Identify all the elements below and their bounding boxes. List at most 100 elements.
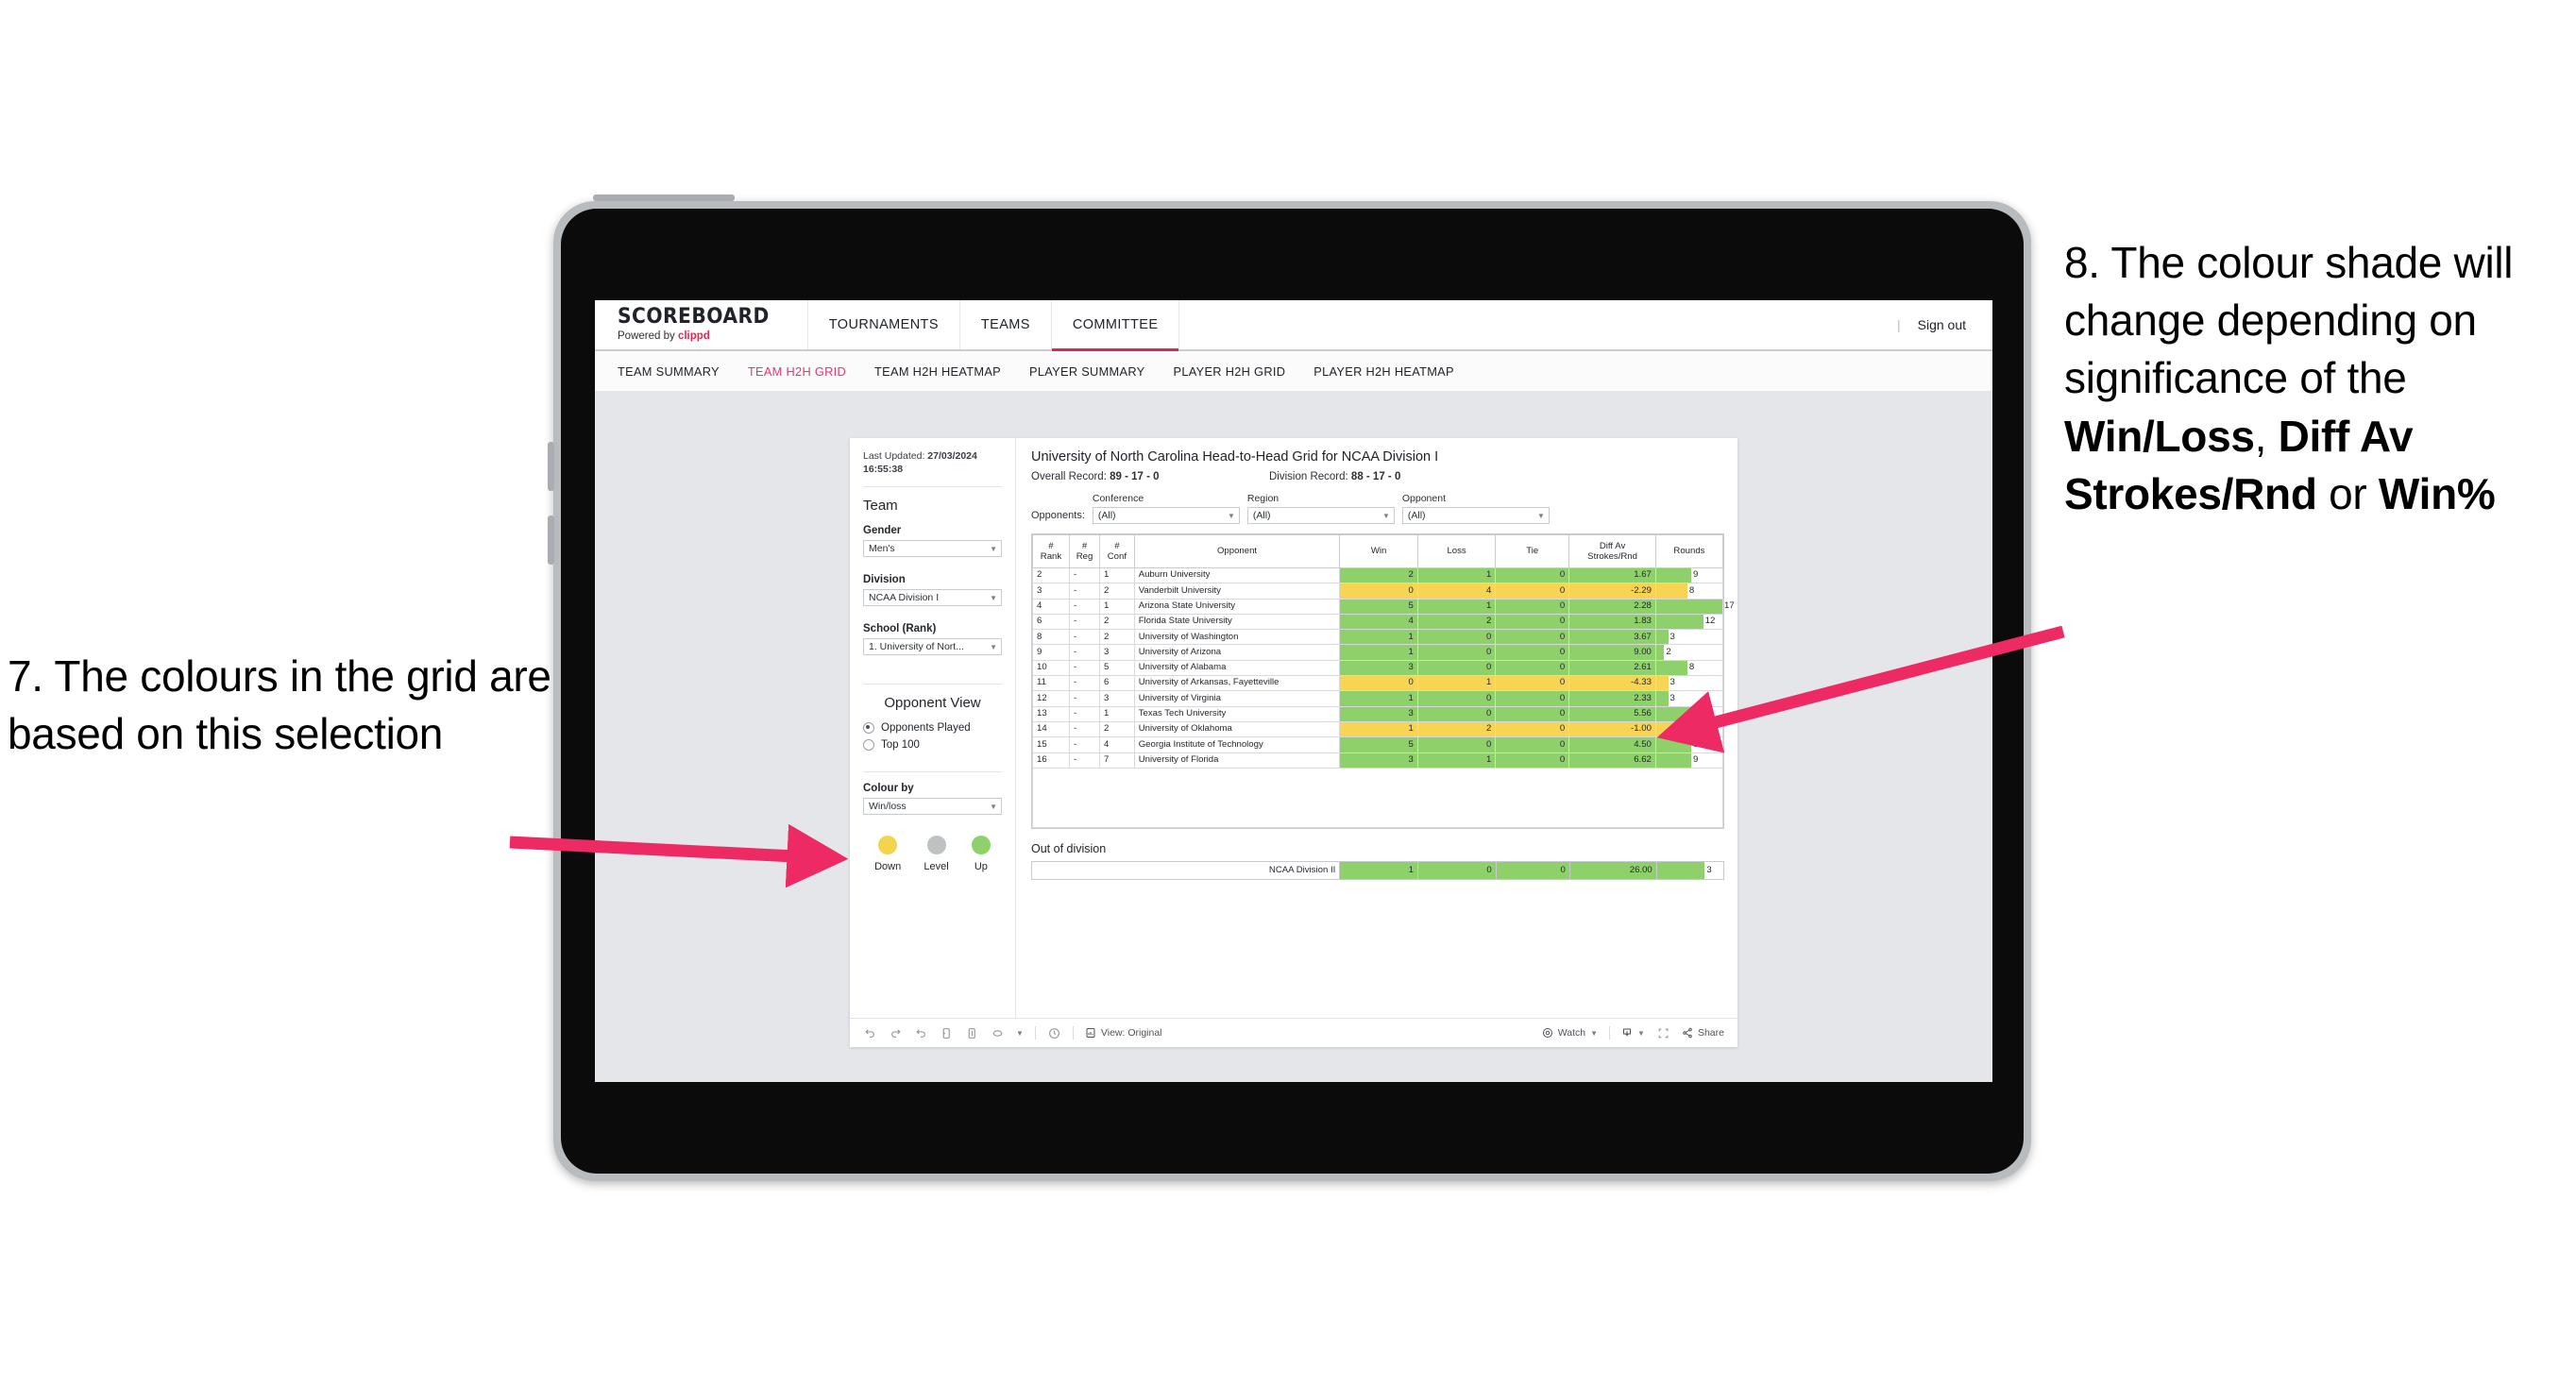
undo-icon[interactable]	[863, 1026, 877, 1040]
cell-conf: 2	[1099, 720, 1135, 738]
table-row[interactable]: 11-6 University of Arkansas, Fayetteville…	[1032, 675, 1724, 692]
cell-diff: -1.00	[1568, 720, 1656, 738]
table-row[interactable]: 8-2 University of Washington 1 0 0 3.67 3	[1032, 629, 1724, 646]
table-row[interactable]: 4-1 Arizona State University 5 1 0 2.28 17	[1032, 598, 1735, 615]
school-label: School (Rank)	[863, 623, 937, 635]
cell-opponent: University of Arkansas, Fayetteville	[1133, 675, 1341, 692]
cell-loss: 4	[1416, 583, 1497, 600]
cell-win: 0	[1339, 583, 1418, 600]
subnav-item-player-h2h-grid[interactable]: PLAYER H2H GRID	[1174, 364, 1286, 379]
cell-rounds-value: 9	[1693, 723, 1699, 735]
table-row[interactable]: 10-5 University of Alabama 3 0 0 2.61 8	[1032, 659, 1724, 677]
table-row[interactable]: 2-1 Auburn University 2 1 0 1.67 9	[1032, 566, 1724, 584]
division-select[interactable]: NCAA Division I ▼	[863, 589, 1002, 607]
brand-sub-accent: clippd	[677, 330, 710, 343]
colour-by-select[interactable]: Win/loss ▼	[863, 798, 1002, 816]
subnav-item-player-summary[interactable]: PLAYER SUMMARY	[1029, 364, 1144, 379]
ood-diff: 26.00	[1568, 860, 1657, 880]
table-row[interactable]: 13-1 Texas Tech University 3 0 0 5.56 9	[1032, 705, 1724, 722]
table-row[interactable]: 16-7 University of Florida 3 1 0 6.62 9	[1032, 752, 1724, 769]
cell-loss: 0	[1416, 705, 1497, 722]
signout-link[interactable]: Sign out	[1918, 317, 1966, 332]
table-row[interactable]: 6-2 Florida State University 4 2 0 1.83 12	[1032, 613, 1724, 631]
conference-filter: Conference (All) ▼	[1092, 493, 1240, 524]
cell-opponent: University of Arizona	[1133, 644, 1341, 661]
legend-label-up: Up	[974, 861, 988, 873]
table-row[interactable]: 15-4 Georgia Institute of Technology 5 0 0 4.…	[1032, 736, 1724, 753]
opponent-filters-row: Opponents: Conference (All) ▼ Region (Al…	[1031, 493, 1724, 524]
table-row[interactable]: 9-3 University of Arizona 1 0 0 9.00 2	[1032, 644, 1724, 661]
radio-top-100[interactable]: Top 100	[863, 739, 1002, 752]
tablet-volume-up-button	[548, 442, 554, 491]
highlight-icon[interactable]	[991, 1026, 1005, 1040]
cell-opponent: Arizona State University	[1133, 598, 1341, 615]
table-header-row: # Rank # Reg # Conf Opponent Win Loss Tie D…	[1032, 534, 1724, 568]
view-original-button[interactable]: View: Original	[1085, 1027, 1162, 1039]
cell-win: 1	[1339, 720, 1418, 738]
clock-icon[interactable]	[1047, 1026, 1061, 1040]
conference-select[interactable]: (All) ▼	[1092, 507, 1240, 524]
fullscreen-icon[interactable]	[1656, 1026, 1670, 1040]
nav-item-tournaments[interactable]: TOURNAMENTS	[806, 300, 959, 349]
brand-logo[interactable]: SCOREBOARD Powered by clippd	[595, 300, 807, 349]
table-row[interactable]: 12-3 University of Virginia 1 0 0 2.33 3	[1032, 690, 1724, 707]
col-opponent: Opponent	[1133, 534, 1341, 568]
cell-win: 2	[1339, 566, 1418, 584]
cell-diff: 4.50	[1568, 736, 1656, 753]
subnav-item-player-h2h-heatmap[interactable]: PLAYER H2H HEATMAP	[1313, 364, 1454, 379]
table-row[interactable]: 3-2 Vanderbilt University 0 4 0 -2.29 8	[1032, 583, 1724, 600]
chevron-down-icon[interactable]: ▼	[1016, 1029, 1024, 1038]
cell-rounds-value: 17	[1724, 600, 1735, 611]
cell-rank: 2	[1032, 566, 1070, 584]
cell-tie: 0	[1495, 583, 1570, 600]
cell-reg: -	[1068, 629, 1101, 646]
chevron-down-icon: ▼	[990, 544, 997, 553]
cell-conf: 5	[1099, 659, 1135, 677]
share-button[interactable]: Share	[1682, 1027, 1724, 1039]
refresh-icon[interactable]	[940, 1026, 954, 1040]
cell-win: 5	[1339, 736, 1418, 753]
cell-diff: 3.67	[1568, 629, 1656, 646]
ood-rounds-value: 3	[1706, 865, 1712, 876]
radio-opponents-played[interactable]: Opponents Played	[863, 722, 1002, 735]
signout-area: | Sign out	[1897, 300, 1992, 349]
cell-conf: 6	[1099, 675, 1135, 692]
opponent-select[interactable]: (All) ▼	[1401, 507, 1550, 524]
cell-tie: 0	[1495, 659, 1570, 677]
subnav-item-team-h2h-heatmap[interactable]: TEAM H2H HEATMAP	[874, 364, 1001, 379]
revert-icon[interactable]	[914, 1026, 928, 1040]
nav-item-teams[interactable]: TEAMS	[958, 300, 1051, 349]
cell-win: 4	[1339, 613, 1418, 631]
subnav-item-team-h2h-grid[interactable]: TEAM H2H GRID	[748, 364, 846, 379]
cell-opponent: Texas Tech University	[1133, 705, 1341, 722]
subnav-item-team-summary[interactable]: TEAM SUMMARY	[618, 364, 720, 379]
cell-opponent: University of Oklahoma	[1133, 720, 1341, 738]
table-row[interactable]: 14-2 University of Oklahoma 1 2 0 -1.00 9	[1032, 720, 1724, 738]
cell-diff: 6.62	[1568, 752, 1656, 769]
redo-icon[interactable]	[889, 1026, 903, 1040]
gender-select[interactable]: Men's ▼	[863, 540, 1002, 558]
annotation-7-text: 7. The colours in the grid are based on …	[8, 651, 551, 759]
cell-rounds-value: 12	[1704, 616, 1716, 627]
nav-item-committee[interactable]: COMMITTEE	[1050, 300, 1179, 351]
cell-rank: 6	[1032, 613, 1070, 631]
overall-record-label: Overall Record:	[1031, 471, 1110, 482]
download-button[interactable]: ▼	[1621, 1027, 1645, 1039]
dashboard-canvas: Last Updated: 27/03/2024 16:55:38 Team G…	[595, 391, 1992, 1082]
cell-rounds: 9	[1654, 736, 1724, 753]
chevron-down-icon: ▼	[1381, 511, 1390, 520]
pause-icon[interactable]	[965, 1026, 979, 1040]
division-record: Division Record: 88 - 17 - 0	[1269, 471, 1400, 482]
cell-diff: 9.00	[1568, 644, 1656, 661]
cell-tie: 0	[1495, 675, 1570, 692]
page-title: University of North Carolina Head-to-Hea…	[1031, 449, 1439, 465]
watch-button[interactable]: Watch ▼	[1542, 1027, 1598, 1039]
ood-tie: 0	[1495, 860, 1570, 880]
out-of-division-title: Out of division	[1031, 841, 1107, 855]
cell-conf: 7	[1099, 752, 1135, 769]
school-select[interactable]: 1. University of Nort... ▼	[863, 638, 1002, 656]
cell-rounds: 8	[1654, 659, 1724, 677]
legend-dot-level	[926, 836, 946, 855]
region-select[interactable]: (All) ▼	[1246, 507, 1395, 524]
